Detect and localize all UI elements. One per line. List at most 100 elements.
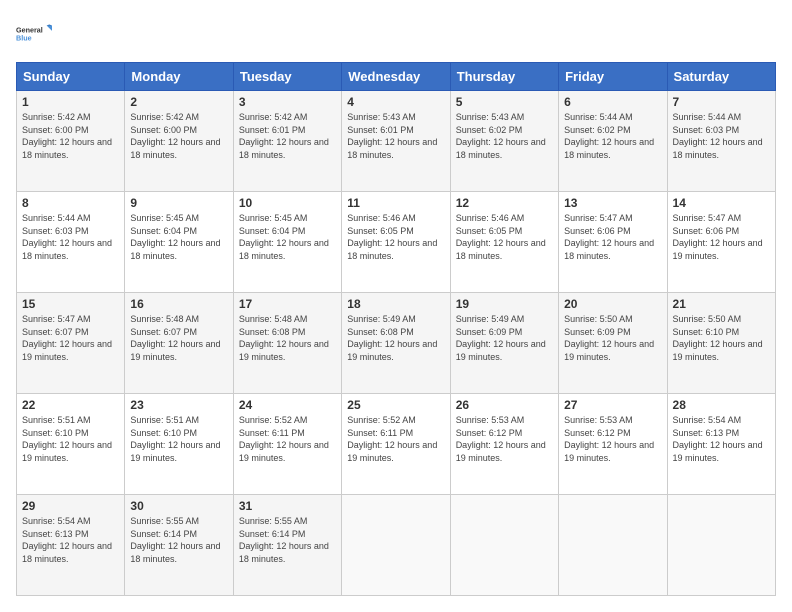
calendar-day-cell: 30 Sunrise: 5:55 AM Sunset: 6:14 PM Dayli… bbox=[125, 495, 233, 596]
calendar-day-cell: 26 Sunrise: 5:53 AM Sunset: 6:12 PM Dayli… bbox=[450, 394, 558, 495]
calendar-day-cell: 1 Sunrise: 5:42 AM Sunset: 6:00 PM Daylig… bbox=[17, 91, 125, 192]
day-info: Sunrise: 5:46 AM Sunset: 6:05 PM Dayligh… bbox=[347, 212, 444, 262]
day-number: 22 bbox=[22, 398, 119, 412]
weekday-header: Saturday bbox=[667, 63, 775, 91]
day-number: 4 bbox=[347, 95, 444, 109]
day-number: 13 bbox=[564, 196, 661, 210]
calendar-day-cell: 21 Sunrise: 5:50 AM Sunset: 6:10 PM Dayli… bbox=[667, 293, 775, 394]
calendar-day-cell: 3Sunrise: 5:42 AM Sunset: 6:01 PM Daylig… bbox=[233, 91, 341, 192]
day-number: 24 bbox=[239, 398, 336, 412]
day-info: Sunrise: 5:47 AM Sunset: 6:07 PM Dayligh… bbox=[22, 313, 119, 363]
day-number: 17 bbox=[239, 297, 336, 311]
day-info: Sunrise: 5:50 AM Sunset: 6:10 PM Dayligh… bbox=[673, 313, 770, 363]
weekday-header: Friday bbox=[559, 63, 667, 91]
weekday-header: Monday bbox=[125, 63, 233, 91]
day-number: 7 bbox=[673, 95, 770, 109]
weekday-header: Sunday bbox=[17, 63, 125, 91]
day-info: Sunrise: 5:49 AM Sunset: 6:08 PM Dayligh… bbox=[347, 313, 444, 363]
day-number: 18 bbox=[347, 297, 444, 311]
calendar-day-cell: 9 Sunrise: 5:45 AM Sunset: 6:04 PM Daylig… bbox=[125, 192, 233, 293]
calendar-day-cell: 18 Sunrise: 5:49 AM Sunset: 6:08 PM Dayli… bbox=[342, 293, 450, 394]
calendar-day-cell: 24 Sunrise: 5:52 AM Sunset: 6:11 PM Dayli… bbox=[233, 394, 341, 495]
calendar-day-cell: 20 Sunrise: 5:50 AM Sunset: 6:09 PM Dayli… bbox=[559, 293, 667, 394]
calendar-day-cell: 29 Sunrise: 5:54 AM Sunset: 6:13 PM Dayli… bbox=[17, 495, 125, 596]
day-number: 16 bbox=[130, 297, 227, 311]
day-info: Sunrise: 5:47 AM Sunset: 6:06 PM Dayligh… bbox=[673, 212, 770, 262]
day-info: Sunrise: 5:48 AM Sunset: 6:08 PM Dayligh… bbox=[239, 313, 336, 363]
day-info: Sunrise: 5:42 AM Sunset: 6:00 PM Dayligh… bbox=[22, 111, 119, 161]
day-number: 8 bbox=[22, 196, 119, 210]
calendar-day-cell bbox=[450, 495, 558, 596]
day-info: Sunrise: 5:55 AM Sunset: 6:14 PM Dayligh… bbox=[130, 515, 227, 565]
day-number: 21 bbox=[673, 297, 770, 311]
day-number: 29 bbox=[22, 499, 119, 513]
calendar-week-row: 8 Sunrise: 5:44 AM Sunset: 6:03 PM Daylig… bbox=[17, 192, 776, 293]
calendar-day-cell: 23 Sunrise: 5:51 AM Sunset: 6:10 PM Dayli… bbox=[125, 394, 233, 495]
day-info: Sunrise: 5:49 AM Sunset: 6:09 PM Dayligh… bbox=[456, 313, 553, 363]
day-number: 23 bbox=[130, 398, 227, 412]
weekday-header: Thursday bbox=[450, 63, 558, 91]
day-number: 19 bbox=[456, 297, 553, 311]
logo: General Blue bbox=[16, 16, 52, 52]
logo-icon: General Blue bbox=[16, 16, 52, 52]
day-info: Sunrise: 5:54 AM Sunset: 6:13 PM Dayligh… bbox=[22, 515, 119, 565]
calendar-day-cell bbox=[667, 495, 775, 596]
day-number: 1 bbox=[22, 95, 119, 109]
day-info: Sunrise: 5:44 AM Sunset: 6:03 PM Dayligh… bbox=[673, 111, 770, 161]
svg-text:Blue: Blue bbox=[16, 34, 32, 43]
day-info: Sunrise: 5:46 AM Sunset: 6:05 PM Dayligh… bbox=[456, 212, 553, 262]
day-info: Sunrise: 5:42 AM Sunset: 6:00 PM Dayligh… bbox=[130, 111, 227, 161]
calendar-week-row: 29 Sunrise: 5:54 AM Sunset: 6:13 PM Dayli… bbox=[17, 495, 776, 596]
day-info: Sunrise: 5:50 AM Sunset: 6:09 PM Dayligh… bbox=[564, 313, 661, 363]
calendar-day-cell: 7 Sunrise: 5:44 AM Sunset: 6:03 PM Daylig… bbox=[667, 91, 775, 192]
calendar-day-cell bbox=[342, 495, 450, 596]
calendar-day-cell: 12 Sunrise: 5:46 AM Sunset: 6:05 PM Dayli… bbox=[450, 192, 558, 293]
day-info: Sunrise: 5:44 AM Sunset: 6:02 PM Dayligh… bbox=[564, 111, 661, 161]
calendar-week-row: 15Sunrise: 5:47 AM Sunset: 6:07 PM Dayli… bbox=[17, 293, 776, 394]
day-number: 5 bbox=[456, 95, 553, 109]
day-info: Sunrise: 5:53 AM Sunset: 6:12 PM Dayligh… bbox=[456, 414, 553, 464]
calendar-day-cell: 6 Sunrise: 5:44 AM Sunset: 6:02 PM Daylig… bbox=[559, 91, 667, 192]
day-info: Sunrise: 5:51 AM Sunset: 6:10 PM Dayligh… bbox=[130, 414, 227, 464]
day-number: 27 bbox=[564, 398, 661, 412]
page: General Blue SundayMondayTuesdayWednesda… bbox=[0, 0, 792, 612]
calendar-day-cell: 4 Sunrise: 5:43 AM Sunset: 6:01 PM Daylig… bbox=[342, 91, 450, 192]
day-info: Sunrise: 5:51 AM Sunset: 6:10 PM Dayligh… bbox=[22, 414, 119, 464]
day-info: Sunrise: 5:43 AM Sunset: 6:02 PM Dayligh… bbox=[456, 111, 553, 161]
day-number: 10 bbox=[239, 196, 336, 210]
calendar-day-cell: 15Sunrise: 5:47 AM Sunset: 6:07 PM Dayli… bbox=[17, 293, 125, 394]
calendar-day-cell: 19 Sunrise: 5:49 AM Sunset: 6:09 PM Dayli… bbox=[450, 293, 558, 394]
calendar-day-cell: 28Sunrise: 5:54 AM Sunset: 6:13 PM Dayli… bbox=[667, 394, 775, 495]
day-number: 28 bbox=[673, 398, 770, 412]
day-info: Sunrise: 5:48 AM Sunset: 6:07 PM Dayligh… bbox=[130, 313, 227, 363]
weekday-header: Tuesday bbox=[233, 63, 341, 91]
day-info: Sunrise: 5:55 AM Sunset: 6:14 PM Dayligh… bbox=[239, 515, 336, 565]
calendar: SundayMondayTuesdayWednesdayThursdayFrid… bbox=[16, 62, 776, 596]
day-number: 30 bbox=[130, 499, 227, 513]
calendar-day-cell: 13Sunrise: 5:47 AM Sunset: 6:06 PM Dayli… bbox=[559, 192, 667, 293]
day-info: Sunrise: 5:45 AM Sunset: 6:04 PM Dayligh… bbox=[239, 212, 336, 262]
day-number: 9 bbox=[130, 196, 227, 210]
day-info: Sunrise: 5:42 AM Sunset: 6:01 PM Dayligh… bbox=[239, 111, 336, 161]
day-number: 26 bbox=[456, 398, 553, 412]
calendar-day-cell: 11 Sunrise: 5:46 AM Sunset: 6:05 PM Dayli… bbox=[342, 192, 450, 293]
day-number: 31 bbox=[239, 499, 336, 513]
day-info: Sunrise: 5:52 AM Sunset: 6:11 PM Dayligh… bbox=[239, 414, 336, 464]
calendar-day-cell: 16 Sunrise: 5:48 AM Sunset: 6:07 PM Dayli… bbox=[125, 293, 233, 394]
day-number: 11 bbox=[347, 196, 444, 210]
day-info: Sunrise: 5:43 AM Sunset: 6:01 PM Dayligh… bbox=[347, 111, 444, 161]
day-info: Sunrise: 5:52 AM Sunset: 6:11 PM Dayligh… bbox=[347, 414, 444, 464]
day-number: 12 bbox=[456, 196, 553, 210]
day-info: Sunrise: 5:44 AM Sunset: 6:03 PM Dayligh… bbox=[22, 212, 119, 262]
day-number: 6 bbox=[564, 95, 661, 109]
calendar-week-row: 22 Sunrise: 5:51 AM Sunset: 6:10 PM Dayli… bbox=[17, 394, 776, 495]
calendar-day-cell: 10 Sunrise: 5:45 AM Sunset: 6:04 PM Dayli… bbox=[233, 192, 341, 293]
day-info: Sunrise: 5:53 AM Sunset: 6:12 PM Dayligh… bbox=[564, 414, 661, 464]
calendar-header-row: SundayMondayTuesdayWednesdayThursdayFrid… bbox=[17, 63, 776, 91]
day-number: 20 bbox=[564, 297, 661, 311]
calendar-day-cell: 17 Sunrise: 5:48 AM Sunset: 6:08 PM Dayli… bbox=[233, 293, 341, 394]
calendar-day-cell: 25Sunrise: 5:52 AM Sunset: 6:11 PM Dayli… bbox=[342, 394, 450, 495]
calendar-day-cell bbox=[559, 495, 667, 596]
day-info: Sunrise: 5:45 AM Sunset: 6:04 PM Dayligh… bbox=[130, 212, 227, 262]
calendar-day-cell: 31 Sunrise: 5:55 AM Sunset: 6:14 PM Dayli… bbox=[233, 495, 341, 596]
